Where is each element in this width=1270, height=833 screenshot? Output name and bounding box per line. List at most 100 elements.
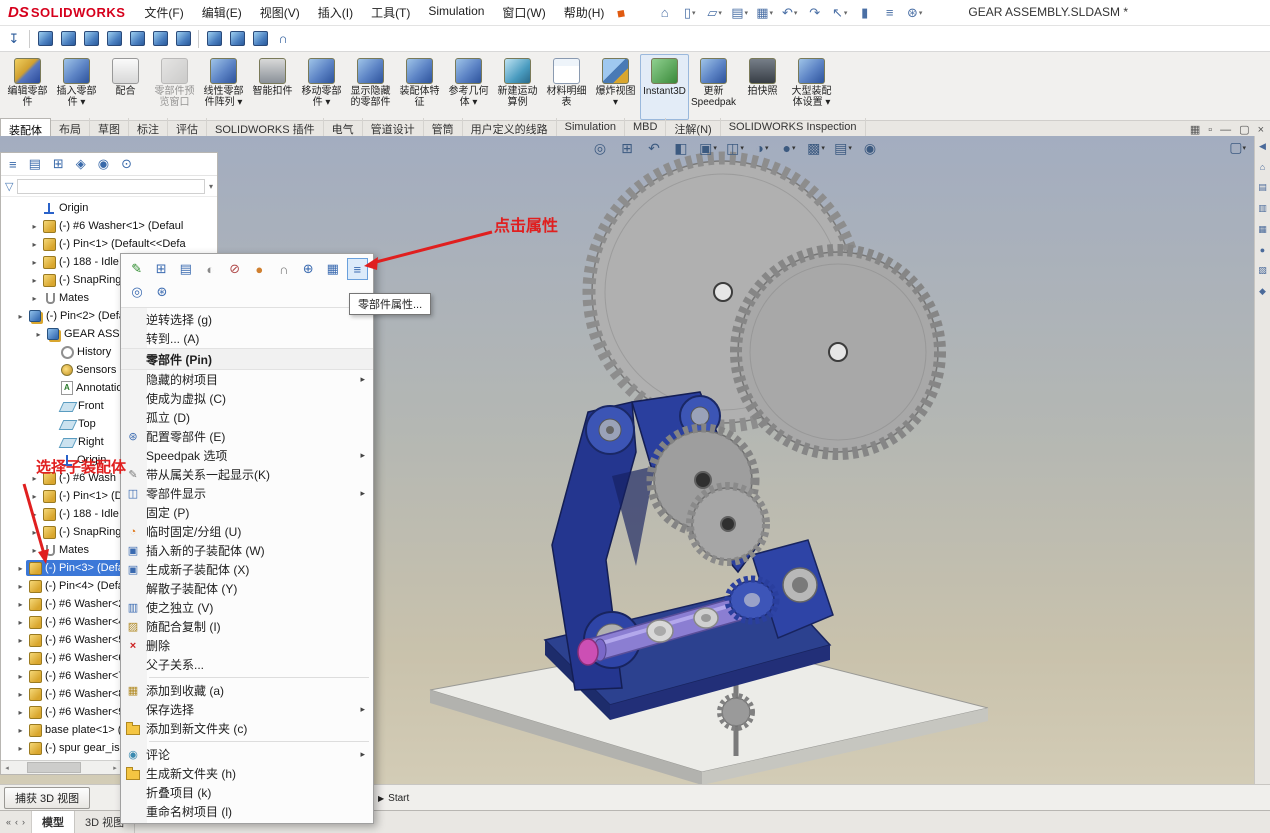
pin-tab-icon[interactable]: ⊙: [121, 156, 132, 172]
close-doc-icon[interactable]: ×: [1258, 124, 1264, 136]
attachment-icon[interactable]: ⊕: [298, 258, 320, 280]
menu-Simulation[interactable]: Simulation: [419, 0, 493, 25]
menu-工具(T)[interactable]: 工具(T): [362, 0, 419, 25]
camera-icon[interactable]: ◉: [858, 139, 882, 157]
previous-view-icon[interactable]: ↶: [642, 139, 666, 157]
restore-doc-icon[interactable]: ▢: [1239, 124, 1249, 136]
save-icon[interactable]: ▤▾: [728, 3, 752, 23]
ctx-item[interactable]: ◔临时固定/分组 (U): [121, 522, 373, 541]
options-icon[interactable]: ⊛▾: [903, 3, 927, 23]
ctx-item[interactable]: 折叠项目 (k): [121, 783, 373, 802]
bottom-nav-icon-1[interactable]: ‹: [15, 817, 18, 827]
ribbon-large-assembly-button[interactable]: 大型装配体设置 ▾: [787, 54, 836, 120]
select-icon[interactable]: ↖▾: [828, 3, 852, 23]
menu-插入(I)[interactable]: 插入(I): [309, 0, 362, 25]
ctx-item[interactable]: 转到... (A): [121, 329, 373, 348]
ctx-item[interactable]: Speedpak 选项▸: [121, 446, 373, 465]
ctx-item[interactable]: ✎带从属关系一起显示(K): [121, 465, 373, 484]
filter-caret-icon[interactable]: ▾: [209, 182, 213, 191]
mate-icon[interactable]: ∩: [273, 258, 295, 280]
ribbon-edit-component-button[interactable]: 编辑零部件: [3, 54, 52, 120]
transparency-icon[interactable]: ◐: [200, 258, 222, 280]
assembly-toolbar-icon-10[interactable]: [249, 28, 271, 50]
ctx-item[interactable]: 孤立 (D): [121, 408, 373, 427]
ctx-item[interactable]: ▥使之独立 (V): [121, 598, 373, 617]
ribbon-take-snapshot-button[interactable]: 拍快照: [738, 54, 787, 120]
insert-component-icon[interactable]: ⊞: [151, 258, 173, 280]
tree-horizontal-scrollbar[interactable]: ◂ ▸: [1, 760, 121, 774]
forum-icon[interactable]: ◆: [1259, 286, 1266, 297]
assembly-toolbar-icon-5[interactable]: [126, 28, 148, 50]
ribbon-move-component-button[interactable]: 移动零部件 ▾: [297, 54, 346, 120]
pattern-icon[interactable]: ▦: [322, 258, 344, 280]
menu-编辑(E)[interactable]: 编辑(E): [193, 0, 251, 25]
ctx-item[interactable]: 重命名树项目 (l): [121, 802, 373, 821]
section-view-icon[interactable]: ◧: [669, 139, 693, 157]
pin-menubar-icon[interactable]: ◆: [614, 4, 630, 21]
ribbon-assembly-features-button[interactable]: 装配体特征: [395, 54, 444, 120]
assembly-toolbar-icon-7[interactable]: [172, 28, 194, 50]
ctx-item[interactable]: 生成新文件夹 (h): [121, 764, 373, 783]
configurationmanager-tab-icon[interactable]: ⊞: [53, 156, 64, 172]
assembly-toolbar-icon-4[interactable]: [103, 28, 125, 50]
ctx-item[interactable]: ▦添加到收藏 (a): [121, 681, 373, 700]
ribbon-instant3d-button[interactable]: Instant3D: [640, 54, 689, 120]
ctx-item[interactable]: 保存选择▸: [121, 700, 373, 719]
ctx-item[interactable]: ▨随配合复制 (I): [121, 617, 373, 636]
featuremanager-tab-icon[interactable]: ≡: [9, 157, 17, 172]
ctx-item[interactable]: 添加到新文件夹 (c): [121, 719, 373, 738]
ctx-item[interactable]: 固定 (P): [121, 503, 373, 522]
print-icon[interactable]: ▦▾: [753, 3, 777, 23]
propertymanager-tab-icon[interactable]: ▤: [29, 156, 41, 172]
tree-item[interactable]: ▸(-) Pin<1> (Default<<Defa: [1, 235, 217, 253]
ctx-item[interactable]: ▣插入新的子装配体 (W): [121, 541, 373, 560]
zoom-fit-icon[interactable]: ◎: [588, 139, 612, 157]
ribbon-insert-component-button[interactable]: 插入零部件 ▾: [52, 54, 101, 120]
menu-文件(F)[interactable]: 文件(F): [135, 0, 192, 25]
suppress-icon[interactable]: ▤: [175, 258, 197, 280]
ribbon-exploded-view-button[interactable]: 爆炸视图 ▾: [591, 54, 640, 120]
component-properties-icon[interactable]: ≡: [347, 258, 369, 280]
assembly-toolbar-icon-2[interactable]: [57, 28, 79, 50]
ribbon-new-motion-study-button[interactable]: 新建运动算例: [493, 54, 542, 120]
ctx-item[interactable]: 使成为虚拟 (C): [121, 389, 373, 408]
resources-icon[interactable]: ⌂: [1260, 162, 1265, 172]
ctx-item[interactable]: ◫零部件显示▸: [121, 484, 373, 503]
new-document-icon[interactable]: ▯▾: [678, 3, 702, 23]
zoom-to-selection-icon[interactable]: ◎: [126, 281, 148, 303]
mate-toolbar-icon[interactable]: ∩: [272, 28, 294, 50]
menu-窗口(W)[interactable]: 窗口(W): [493, 0, 554, 25]
ribbon-reference-geometry-button[interactable]: 参考几何体 ▾: [444, 54, 493, 120]
assembly-toolbar-icon-3[interactable]: [80, 28, 102, 50]
rebuild-icon[interactable]: ▮: [853, 3, 877, 23]
tree-item[interactable]: ▸(-) #6 Washer<1> (Defaul: [1, 217, 217, 235]
viewport-display-settings-icon[interactable]: ▢▾: [1229, 139, 1246, 156]
ctx-item[interactable]: 逆转选择 (g): [121, 310, 373, 329]
view-orientation-icon[interactable]: ▣▾: [696, 139, 720, 157]
ribbon-update-speedpak-button[interactable]: 更新Speedpak: [689, 54, 738, 120]
ctx-item[interactable]: 解散子装配体 (Y): [121, 579, 373, 598]
ribbon-linear-pattern-button[interactable]: 线性零部件阵列 ▾: [199, 54, 248, 120]
zoom-area-icon[interactable]: ⊞: [615, 139, 639, 157]
ribbon-bill-of-materials-button[interactable]: 材料明细表: [542, 54, 591, 120]
appearances-scenes-icon[interactable]: ●: [1260, 245, 1265, 255]
edit-assembly-icon[interactable]: ✎: [126, 258, 148, 280]
bottom-nav-icon-0[interactable]: «: [6, 817, 11, 827]
filter-input[interactable]: [17, 179, 205, 194]
undo-icon[interactable]: ↶▾: [778, 3, 802, 23]
collapse-ribbon-icon[interactable]: ▫: [1208, 124, 1212, 136]
assembly-toolbar-icon-8[interactable]: [203, 28, 225, 50]
file-properties-icon[interactable]: ≡: [878, 3, 902, 23]
home-icon[interactable]: ⌂: [653, 3, 677, 23]
performance-evaluation-icon[interactable]: ↧: [3, 28, 25, 50]
edit-appearance-icon[interactable]: ●▾: [777, 139, 801, 157]
assembly-toolbar-icon-1[interactable]: [34, 28, 56, 50]
open-icon[interactable]: ▱▾: [703, 3, 727, 23]
ribbon-show-hidden-button[interactable]: 显示隐藏的零部件: [346, 54, 395, 120]
assembly-toolbar-icon-6[interactable]: [149, 28, 171, 50]
dimxpertmanager-tab-icon[interactable]: ◈: [76, 156, 86, 172]
ribbon-mate-button[interactable]: 配合: [101, 54, 150, 120]
configure-feature-icon[interactable]: ⊛: [151, 281, 173, 303]
redo-icon[interactable]: ↷: [803, 3, 827, 23]
bottom-nav-icon-2[interactable]: ›: [22, 817, 25, 827]
